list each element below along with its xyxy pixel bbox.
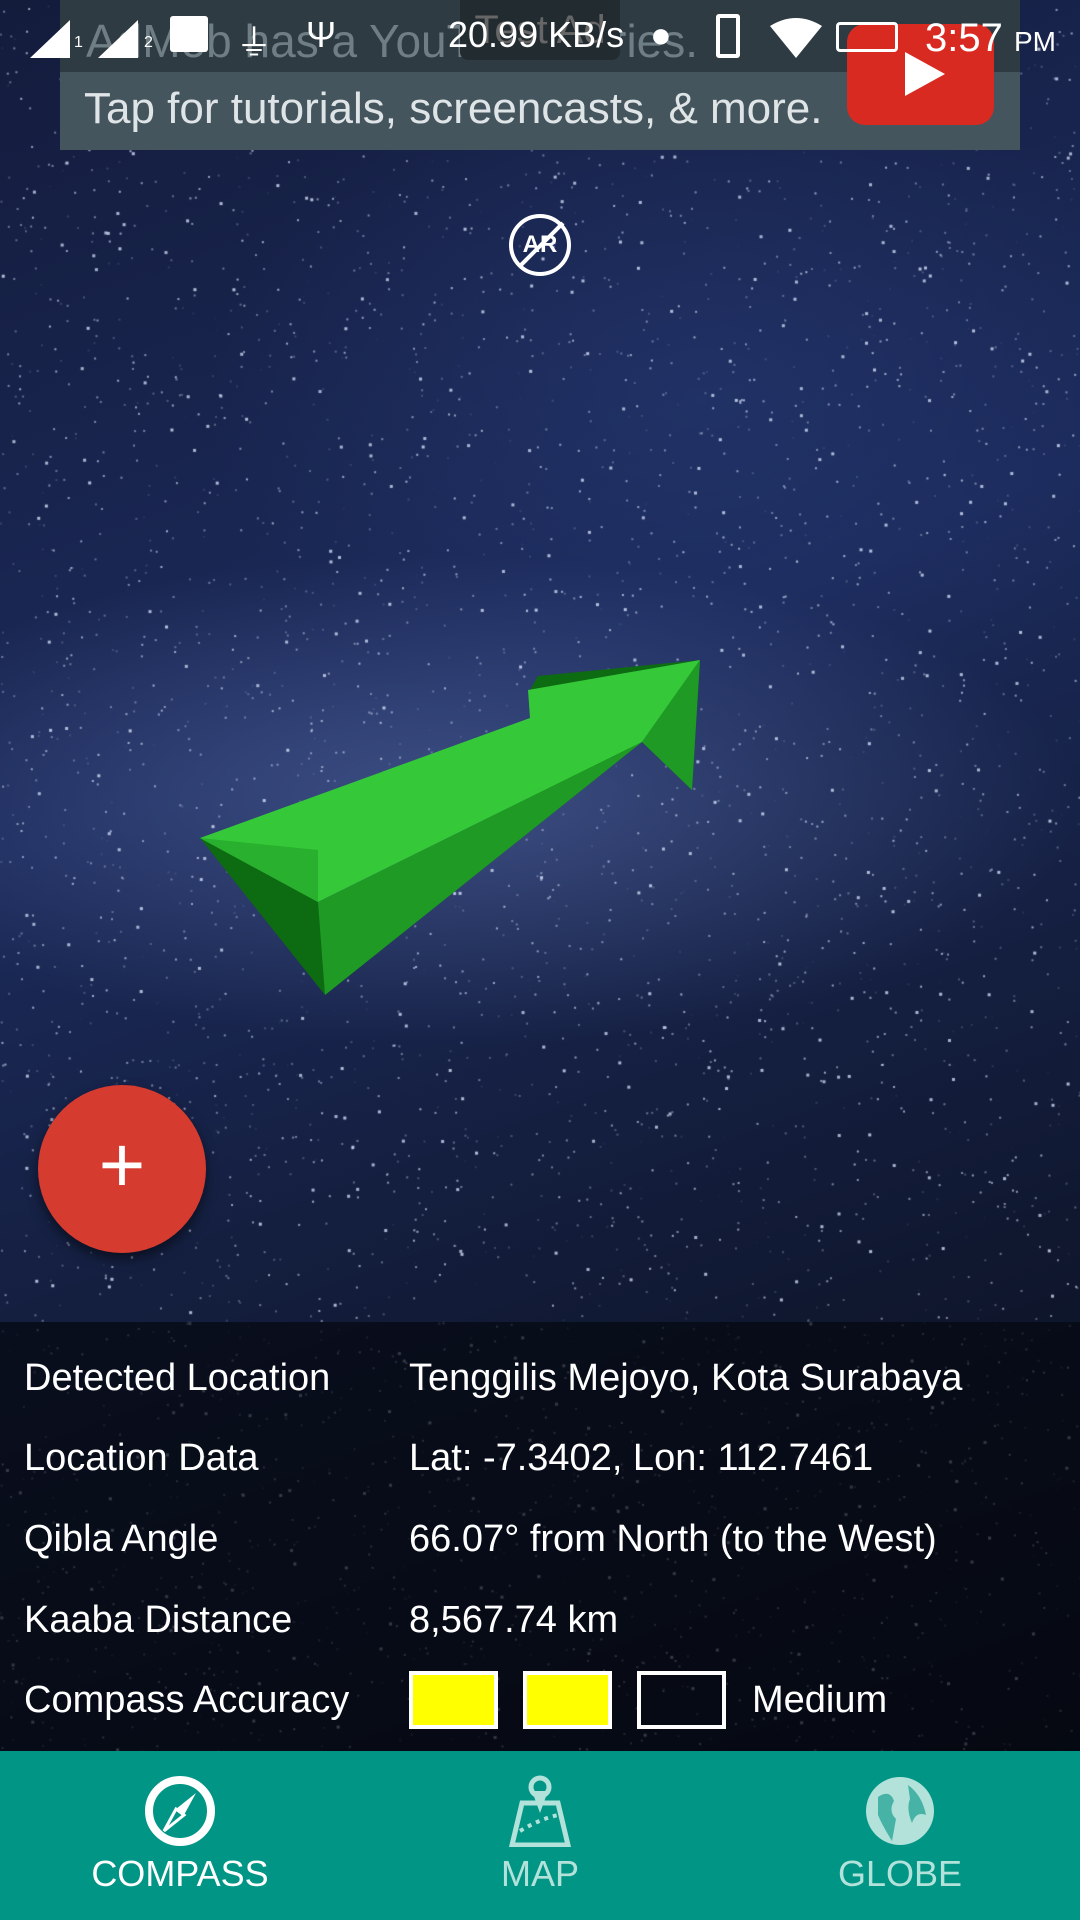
image-icon	[170, 16, 208, 52]
status-bar: 1 2 ⏚ Ψ 20.99 KB/s ● 3:57 PM	[0, 0, 1080, 72]
tab-label: GLOBE	[837, 1853, 963, 1894]
accuracy-level: Medium	[752, 1679, 888, 1721]
ad-subtitle: Tap for tutorials, screencasts, & more.	[84, 84, 823, 133]
charging-plug-icon: ⏚	[236, 22, 273, 63]
info-value: Lat: -7.3402, Lon: 112.7461	[409, 1437, 874, 1479]
battery-charging-icon	[836, 22, 898, 52]
info-label: Location Data	[24, 1437, 259, 1479]
clock: 3:57 PM	[925, 16, 1056, 61]
map-icon	[508, 1775, 572, 1847]
accuracy-box-1	[409, 1671, 498, 1729]
ar-toggle-button[interactable]: AR	[509, 214, 571, 276]
sim1-label: 1	[74, 34, 83, 51]
info-label: Kaaba Distance	[24, 1599, 293, 1641]
tab-label: MAP	[500, 1853, 579, 1894]
info-row-detected-location: Detected Location Tenggilis Mejoyo, Kota …	[0, 1348, 1080, 1408]
ar-label: AR	[522, 231, 558, 258]
info-label: Compass Accuracy	[24, 1679, 350, 1721]
info-row-qibla-angle: Qibla Angle 66.07° from North (to the Wes…	[0, 1509, 1080, 1569]
accuracy-box-2	[523, 1671, 612, 1729]
network-speed: 20.99 KB/s	[448, 14, 625, 55]
info-label: Detected Location	[24, 1357, 331, 1399]
clock-time: 3:57	[925, 16, 1003, 60]
tab-globe[interactable]: GLOBE	[720, 1751, 1080, 1920]
tab-label: COMPASS	[91, 1853, 269, 1894]
accuracy-box-3	[637, 1671, 726, 1729]
tab-map[interactable]: MAP	[360, 1751, 720, 1920]
compass-icon	[145, 1776, 215, 1846]
location-pin-icon: ●	[650, 14, 672, 55]
bottom-navigation: COMPASS MAP GLOBE	[0, 1751, 1080, 1920]
tab-compass[interactable]: COMPASS	[0, 1751, 360, 1920]
signal-sim-icon	[30, 20, 138, 58]
clock-ampm: PM	[1014, 26, 1056, 57]
vibrate-icon	[716, 14, 740, 58]
info-label: Qibla Angle	[24, 1518, 219, 1560]
globe-icon	[866, 1777, 934, 1845]
info-value: Tenggilis Mejoyo, Kota Surabaya	[409, 1357, 963, 1399]
sim2-label: 2	[144, 34, 153, 51]
add-fab-button[interactable]: +	[38, 1085, 206, 1253]
wifi-icon	[770, 18, 822, 58]
usb-icon: Ψ	[306, 14, 337, 55]
plus-icon: +	[98, 1120, 146, 1209]
info-value: 66.07° from North (to the West)	[409, 1518, 937, 1560]
info-value: 8,567.74 km	[409, 1599, 619, 1641]
info-row-kaaba-distance: Kaaba Distance 8,567.74 km	[0, 1590, 1080, 1650]
info-row-location-data: Location Data Lat: -7.3402, Lon: 112.7461	[0, 1428, 1080, 1488]
